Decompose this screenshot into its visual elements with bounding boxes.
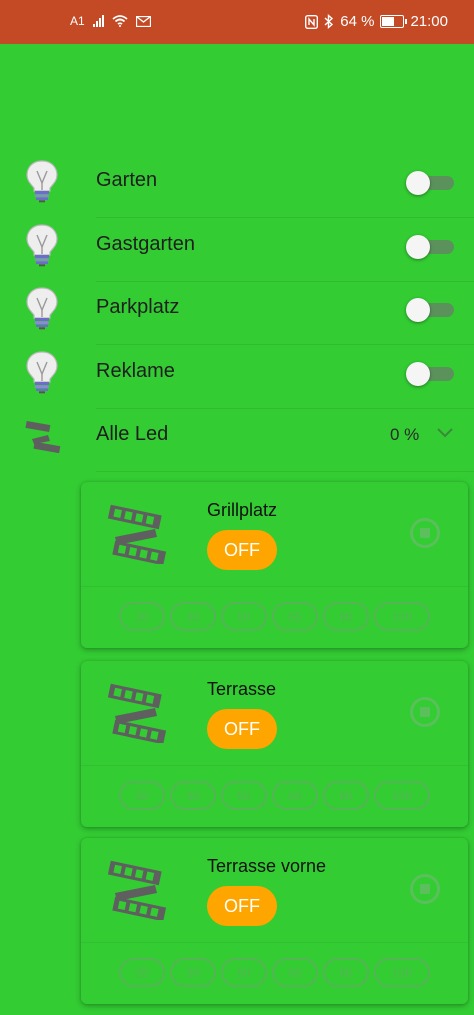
light-toggle[interactable] <box>406 171 454 195</box>
off-button[interactable]: OFF <box>207 886 277 926</box>
clock: 21:00 <box>410 13 448 30</box>
dim-levels: 20 30 50 65 80 100 <box>119 958 430 987</box>
led-strip-icon <box>25 421 61 453</box>
nfc-icon <box>305 14 319 29</box>
select-radio[interactable] <box>410 697 440 727</box>
light-row[interactable]: Gastgarten <box>0 219 474 282</box>
led-strip-icon <box>105 860 169 922</box>
status-left: A1 <box>70 14 151 28</box>
led-strip-icon <box>105 504 169 566</box>
led-group-title: Grillplatz <box>207 500 278 520</box>
lightbulb-icon <box>24 350 60 394</box>
mail-icon <box>135 15 151 27</box>
light-row[interactable]: Reklame <box>0 346 474 409</box>
led-group-title: Terrasse vorne <box>207 856 327 876</box>
status-right: 64 % 21:00 <box>305 13 448 30</box>
led-group-card: Terrasse OFF 20 30 50 65 80 100 <box>81 661 468 827</box>
off-button[interactable]: OFF <box>207 709 277 749</box>
bluetooth-icon <box>324 14 334 29</box>
radio-dot <box>420 707 430 717</box>
toggle-knob <box>406 298 430 322</box>
led-strip-icon <box>105 683 169 745</box>
led-group-title: Terrasse <box>207 679 277 699</box>
battery-percent: 64 % <box>340 13 375 30</box>
card-divider <box>81 765 468 766</box>
wifi-icon <box>112 15 128 27</box>
status-bar: A1 64 % 21:00 <box>0 0 474 44</box>
all-led-label: Alle Led <box>96 423 169 445</box>
toggle-knob <box>406 362 430 386</box>
row-divider <box>96 471 474 472</box>
dim-level-button[interactable]: 30 <box>170 602 216 631</box>
lightbulb-icon <box>24 286 60 330</box>
dim-level-button[interactable]: 100 <box>374 958 430 987</box>
dim-level-button[interactable]: 30 <box>170 958 216 987</box>
light-label: Parkplatz <box>96 296 180 318</box>
dim-level-button[interactable]: 65 <box>272 602 318 631</box>
dim-level-button[interactable]: 65 <box>272 958 318 987</box>
carrier-label: A1 <box>70 14 85 28</box>
toggle-knob <box>406 171 430 195</box>
radio-dot <box>420 528 430 538</box>
light-toggle[interactable] <box>406 362 454 386</box>
all-led-row[interactable]: Alle Led 0 % <box>0 409 474 472</box>
dim-level-button[interactable]: 65 <box>272 781 318 810</box>
dim-level-button[interactable]: 80 <box>323 958 369 987</box>
battery-icon <box>380 15 408 28</box>
radio-dot <box>420 884 430 894</box>
dim-level-button[interactable]: 50 <box>221 781 267 810</box>
dim-levels: 20 30 50 65 80 100 <box>119 602 430 631</box>
dim-level-button[interactable]: 80 <box>323 781 369 810</box>
lightbulb-icon <box>24 223 60 267</box>
card-divider <box>81 586 468 587</box>
led-group-card: Terrasse vorne OFF 20 30 50 65 80 100 <box>81 838 468 1004</box>
row-divider <box>96 344 474 345</box>
toggle-knob <box>406 235 430 259</box>
led-group-card: Grillplatz OFF 20 30 50 65 80 100 <box>81 482 468 648</box>
light-label: Gastgarten <box>96 233 195 255</box>
row-divider <box>96 217 474 218</box>
dim-level-button[interactable]: 50 <box>221 958 267 987</box>
lightbulb-icon <box>24 159 60 203</box>
light-row[interactable]: Parkplatz <box>0 282 474 345</box>
dim-level-button[interactable]: 20 <box>119 602 165 631</box>
signal-icon <box>92 15 104 27</box>
dim-level-button[interactable]: 100 <box>374 781 430 810</box>
dim-levels: 20 30 50 65 80 100 <box>119 781 430 810</box>
dim-level-button[interactable]: 80 <box>323 602 369 631</box>
card-divider <box>81 942 468 943</box>
dim-level-button[interactable]: 20 <box>119 958 165 987</box>
off-button[interactable]: OFF <box>207 530 277 570</box>
select-radio[interactable] <box>410 874 440 904</box>
light-toggle[interactable] <box>406 298 454 322</box>
dim-level-button[interactable]: 20 <box>119 781 165 810</box>
chevron-down-icon[interactable] <box>436 427 454 439</box>
light-label: Reklame <box>96 360 175 382</box>
dim-level-button[interactable]: 50 <box>221 602 267 631</box>
select-radio[interactable] <box>410 518 440 548</box>
light-label: Garten <box>96 169 158 191</box>
light-toggle[interactable] <box>406 235 454 259</box>
light-row[interactable]: Garten <box>0 155 474 218</box>
dim-level-button[interactable]: 100 <box>374 602 430 631</box>
all-led-value: 0 % <box>390 425 420 444</box>
dim-level-button[interactable]: 30 <box>170 781 216 810</box>
